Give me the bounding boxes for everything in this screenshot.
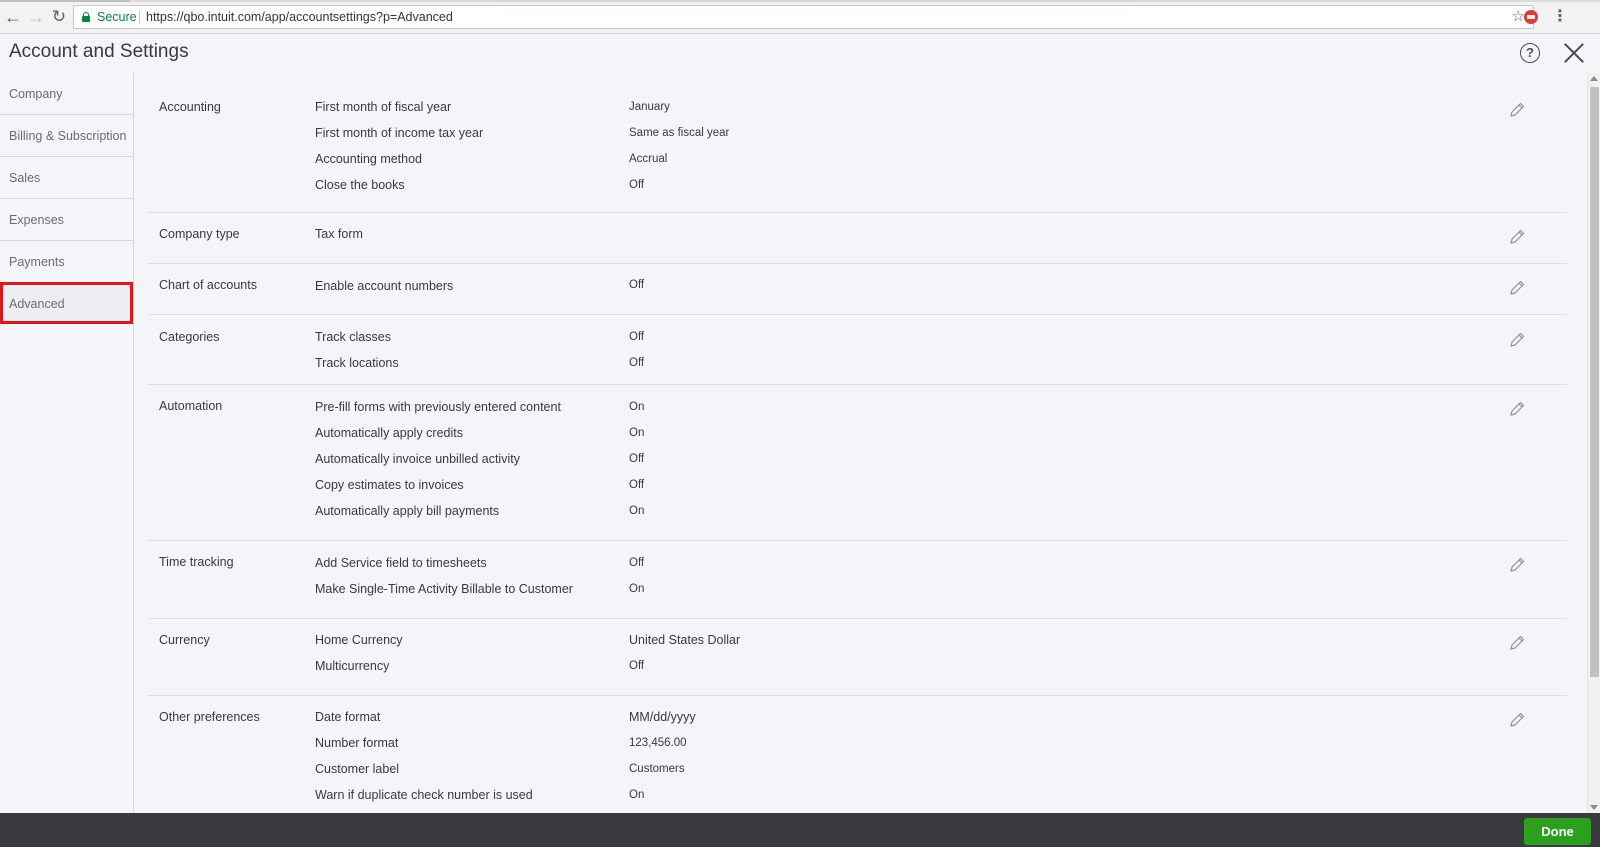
content-scrollbar[interactable]: [1587, 73, 1600, 813]
sidebar-item-billing[interactable]: Billing & Subscription: [0, 115, 133, 157]
setting-label: Home Currency: [315, 633, 403, 647]
setting-label: Make Single-Time Activity Billable to Cu…: [315, 582, 573, 596]
scrollbar-thumb[interactable]: [1590, 87, 1599, 677]
section-company-type[interactable]: Company type Tax form: [148, 213, 1567, 264]
setting-label: First month of income tax year: [315, 126, 484, 140]
pencil-icon[interactable]: [1508, 556, 1526, 574]
setting-label: Track locations: [315, 356, 399, 370]
setting-value: Same as fiscal year: [629, 127, 730, 139]
setting-label: Customer label: [315, 762, 400, 776]
kebab-menu-icon[interactable]: ⋮: [1552, 7, 1568, 27]
setting-label: Automatically apply credits: [315, 426, 463, 440]
setting-value: MM/dd/yyyy: [629, 710, 696, 724]
lock-icon: [82, 12, 90, 22]
setting-value: Off: [629, 279, 645, 291]
setting-value: United States Dollar: [629, 633, 741, 647]
settings-header: Account and Settings ?: [0, 34, 1600, 73]
section-title: Currency: [159, 633, 210, 647]
section-automation[interactable]: Automation Pre-fill forms with previousl…: [148, 385, 1567, 541]
setting-value: Off: [629, 479, 645, 491]
settings-footer: Done: [0, 813, 1600, 847]
setting-value: Off: [629, 660, 645, 672]
secure-label: Secure: [97, 10, 137, 24]
section-other-preferences[interactable]: Other preferences Date format MM/dd/yyyy…: [148, 696, 1567, 813]
pencil-icon[interactable]: [1508, 711, 1526, 729]
setting-label: Date format: [315, 710, 381, 724]
section-title: Time tracking: [159, 555, 234, 569]
star-icon[interactable]: ☆: [1512, 6, 1525, 28]
sidebar-item-payments[interactable]: Payments: [0, 241, 133, 283]
tab-strip: [0, 0, 1600, 2]
setting-value: Off: [629, 557, 645, 569]
page-title: Account and Settings: [9, 41, 189, 62]
section-title: Accounting: [159, 100, 221, 114]
back-icon[interactable]: ←: [3, 7, 23, 27]
setting-value: Off: [629, 331, 645, 343]
pencil-icon[interactable]: [1508, 228, 1526, 246]
url-text[interactable]: https://qbo.intuit.com/app/accountsettin…: [146, 6, 453, 28]
setting-value: Accrual: [629, 153, 668, 165]
setting-value: Customers: [629, 763, 685, 775]
settings-sidebar: Company Billing & Subscription Sales Exp…: [0, 73, 134, 813]
setting-value: On: [629, 583, 645, 595]
scroll-up-arrow[interactable]: [1590, 76, 1598, 81]
help-icon[interactable]: ?: [1520, 43, 1540, 63]
setting-value: 123,456.00: [629, 737, 687, 749]
setting-value: On: [629, 505, 645, 517]
setting-label: Pre-fill forms with previously entered c…: [315, 400, 561, 414]
setting-label: Number format: [315, 736, 399, 750]
setting-label: Tax form: [315, 227, 363, 241]
pencil-icon[interactable]: [1508, 634, 1526, 652]
omnibox-divider: [139, 11, 140, 24]
setting-value: On: [629, 427, 645, 439]
forward-icon[interactable]: →: [26, 7, 46, 27]
done-button[interactable]: Done: [1524, 818, 1591, 845]
section-chart-of-accounts[interactable]: Chart of accounts Enable account numbers…: [148, 264, 1567, 315]
setting-label: First month of fiscal year: [315, 100, 452, 114]
setting-value: Off: [629, 179, 645, 191]
setting-label: Accounting method: [315, 152, 423, 166]
reload-icon[interactable]: ↻: [49, 7, 69, 27]
settings-content: Accounting First month of fiscal year Ja…: [134, 73, 1587, 813]
close-icon[interactable]: [1562, 40, 1586, 64]
extension-icon[interactable]: [1524, 10, 1538, 24]
setting-value: On: [629, 789, 645, 801]
section-title: Company type: [159, 227, 240, 241]
section-time-tracking[interactable]: Time tracking Add Service field to times…: [148, 541, 1567, 619]
address-bar[interactable]: Secure https://qbo.intuit.com/app/accoun…: [73, 5, 1534, 29]
section-currency[interactable]: Currency Home Currency United States Dol…: [148, 619, 1567, 696]
setting-label: Automatically invoice unbilled activity: [315, 452, 520, 466]
section-categories[interactable]: Categories Track classes Off Track locat…: [148, 315, 1567, 385]
pencil-icon[interactable]: [1508, 400, 1526, 418]
section-title: Chart of accounts: [159, 278, 257, 292]
setting-label: Warn if duplicate check number is used: [315, 788, 533, 802]
section-title: Categories: [159, 330, 220, 344]
setting-value: On: [629, 401, 645, 413]
setting-label: Copy estimates to invoices: [315, 478, 464, 492]
pencil-icon[interactable]: [1508, 331, 1526, 349]
setting-label: Automatically apply bill payments: [315, 504, 500, 518]
sidebar-item-company[interactable]: Company: [0, 73, 133, 115]
browser-toolbar: ← → ↻ Secure https://qbo.intuit.com/app/…: [0, 0, 1600, 34]
section-title: Automation: [159, 399, 223, 413]
sidebar-item-expenses[interactable]: Expenses: [0, 199, 133, 241]
setting-label: Close the books: [315, 178, 405, 192]
section-title: Other preferences: [159, 710, 260, 724]
setting-label: Multicurrency: [315, 659, 390, 673]
setting-value: January: [629, 101, 670, 113]
setting-label: Add Service field to timesheets: [315, 556, 487, 570]
setting-value: Off: [629, 357, 645, 369]
sidebar-item-advanced[interactable]: Advanced: [0, 282, 133, 324]
setting-label: Enable account numbers: [315, 279, 454, 293]
setting-value: Off: [629, 453, 645, 465]
pencil-icon[interactable]: [1508, 101, 1526, 119]
setting-label: Track classes: [315, 330, 391, 344]
pencil-icon[interactable]: [1508, 279, 1526, 297]
section-accounting[interactable]: Accounting First month of fiscal year Ja…: [148, 87, 1567, 213]
scroll-down-arrow[interactable]: [1590, 805, 1598, 810]
sidebar-item-sales[interactable]: Sales: [0, 157, 133, 199]
